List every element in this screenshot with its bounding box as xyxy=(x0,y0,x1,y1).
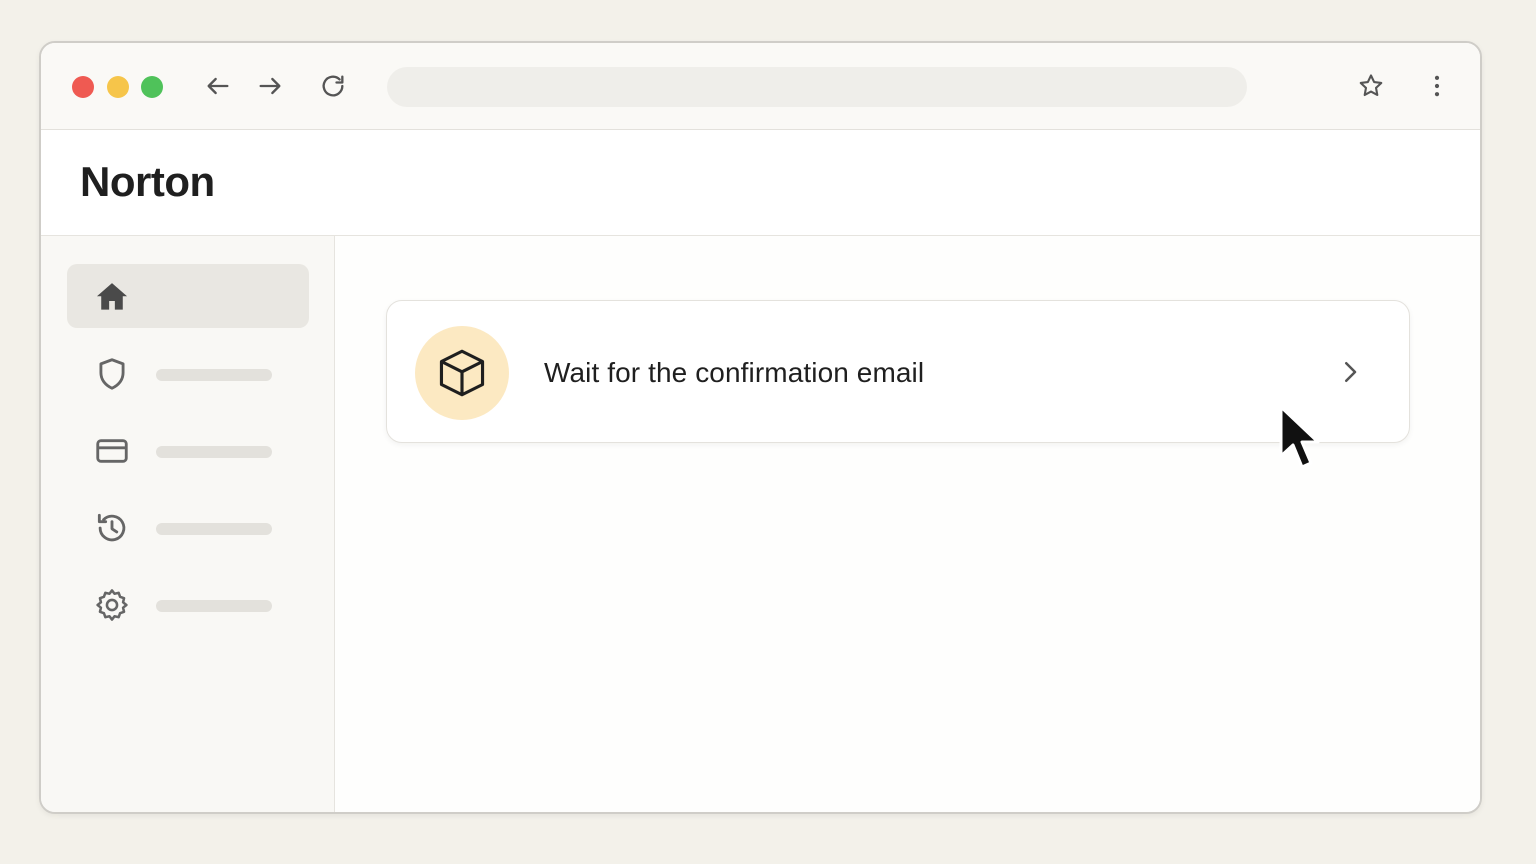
sidebar-item-home[interactable] xyxy=(67,264,309,328)
browser-toolbar xyxy=(41,43,1480,130)
package-box-icon xyxy=(439,349,485,397)
sidebar-item-security[interactable] xyxy=(67,341,309,405)
home-icon xyxy=(93,278,131,316)
task-icon-badge xyxy=(415,326,509,420)
reload-button[interactable] xyxy=(317,70,349,102)
history-icon xyxy=(93,509,131,547)
credit-card-icon xyxy=(93,432,131,470)
sidebar-label-placeholder xyxy=(156,600,272,612)
back-button[interactable] xyxy=(202,70,234,102)
sidebar-label-placeholder xyxy=(156,369,272,381)
address-bar[interactable] xyxy=(387,67,1247,107)
forward-arrow-icon xyxy=(259,77,281,95)
sidebar xyxy=(41,236,335,812)
sidebar-item-history[interactable] xyxy=(67,495,309,559)
brand-title: Norton xyxy=(80,158,215,205)
back-arrow-icon xyxy=(207,77,229,95)
gear-icon xyxy=(93,586,131,624)
chevron-right-icon[interactable] xyxy=(1335,357,1365,387)
browser-window: Norton Wait for the confirmation email xyxy=(39,41,1482,814)
reload-icon xyxy=(322,75,344,97)
task-card[interactable]: Wait for the confirmation email xyxy=(386,300,1410,443)
shield-icon xyxy=(93,355,131,393)
sidebar-item-settings[interactable] xyxy=(67,572,309,636)
menu-button[interactable] xyxy=(1421,70,1453,102)
star-icon xyxy=(1359,74,1383,97)
close-window-button[interactable] xyxy=(72,76,94,98)
bookmark-button[interactable] xyxy=(1355,70,1387,102)
app-header: Norton xyxy=(41,130,1480,236)
forward-button[interactable] xyxy=(254,70,286,102)
sidebar-item-billing[interactable] xyxy=(67,418,309,482)
sidebar-label-placeholder xyxy=(156,523,272,535)
sidebar-label-placeholder xyxy=(156,446,272,458)
minimize-window-button[interactable] xyxy=(107,76,129,98)
mouse-cursor-icon xyxy=(1279,405,1320,469)
maximize-window-button[interactable] xyxy=(141,76,163,98)
main-content: Wait for the confirmation email xyxy=(335,236,1480,812)
kebab-menu-icon xyxy=(1434,75,1440,97)
task-title: Wait for the confirmation email xyxy=(544,357,925,388)
